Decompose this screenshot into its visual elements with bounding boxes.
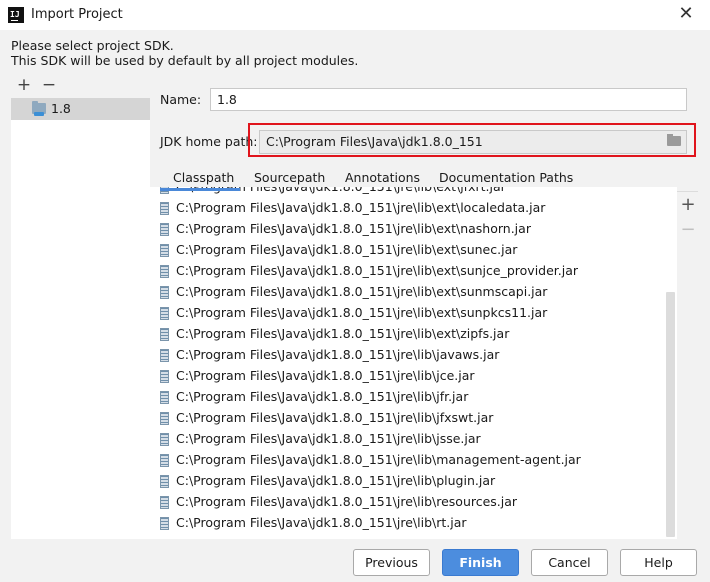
dialog-description: Please select project SDK. This SDK will… [11, 38, 358, 68]
highlight-box [248, 123, 696, 157]
classpath-list-item[interactable]: C:\Program Files\Java\jdk1.8.0_151\jre\l… [150, 429, 660, 450]
classpath-item-path: C:\Program Files\Java\jdk1.8.0_151\jre\l… [176, 452, 581, 467]
classpath-list-item[interactable]: C:\Program Files\Java\jdk1.8.0_151\jre\l… [150, 345, 660, 366]
classpath-item-path: C:\Program Files\Java\jdk1.8.0_151\jre\l… [176, 284, 548, 299]
sdk-list-toolbar: + − [11, 74, 150, 98]
close-icon[interactable]: ✕ [676, 4, 696, 24]
jar-file-icon [160, 517, 169, 530]
classpath-list-item[interactable]: C:\Program Files\Java\jdk1.8.0_151\jre\l… [150, 324, 660, 345]
jar-file-icon [160, 307, 169, 320]
jar-file-icon [160, 328, 169, 341]
classpath-item-path: C:\Program Files\Java\jdk1.8.0_151\jre\l… [176, 326, 510, 341]
classpath-item-path: C:\Program Files\Java\jdk1.8.0_151\jre\l… [176, 410, 494, 425]
window-title: Import Project [31, 7, 123, 22]
sdk-list-panel: + − 1.8 [11, 74, 150, 539]
classpath-list-item[interactable]: C:\Program Files\Java\jdk1.8.0_151\jre\l… [150, 303, 660, 324]
classpath-item-path: C:\Program Files\Java\jdk1.8.0_151\jre\l… [176, 494, 518, 509]
classpath-list-item[interactable]: C:\Program Files\Java\jdk1.8.0_151\jre\l… [150, 282, 660, 303]
jdk-home-path-label: JDK home path: [160, 134, 258, 149]
jar-file-icon [160, 454, 169, 467]
classpath-item-path: C:\Program Files\Java\jdk1.8.0_151\jre\l… [176, 305, 548, 320]
classpath-item-path: C:\Program Files\Java\jdk1.8.0_151\jre\l… [176, 200, 546, 215]
jar-file-icon [160, 244, 169, 257]
sdk-list-item[interactable]: 1.8 [11, 98, 150, 120]
tab-documentation-paths[interactable]: Documentation Paths [439, 170, 573, 185]
classpath-list-item[interactable]: C:\Program Files\Java\jdk1.8.0_151\jre\l… [150, 471, 660, 492]
remove-path-minus-icon[interactable]: − [680, 221, 696, 239]
jar-file-icon [160, 286, 169, 299]
classpath-list-item[interactable]: C:\Program Files\Java\jdk1.8.0_151\jre\l… [150, 408, 660, 429]
classpath-item-path: C:\Program Files\Java\jdk1.8.0_151\jre\l… [176, 263, 579, 278]
jar-file-icon [160, 496, 169, 509]
classpath-list-item[interactable]: C:\Program Files\Java\jdk1.8.0_151\jre\l… [150, 366, 660, 387]
cancel-button[interactable]: Cancel [531, 549, 608, 576]
tab-classpath[interactable]: Classpath [173, 170, 234, 185]
name-field[interactable] [210, 88, 687, 111]
list-scrollbar[interactable] [666, 292, 675, 537]
jar-file-icon [160, 475, 169, 488]
classpath-list-item[interactable]: C:\Program Files\Java\jdk1.8.0_151\jre\l… [150, 240, 660, 261]
classpath-list-item[interactable]: C:\Program Files\Java\jdk1.8.0_151\jre\l… [150, 387, 660, 408]
classpath-list-item[interactable]: C:\Program Files\Java\jdk1.8.0_151\jre\l… [150, 261, 660, 282]
add-path-plus-icon[interactable]: + [680, 196, 696, 214]
jar-file-icon [160, 265, 169, 278]
finish-button[interactable]: Finish [442, 549, 519, 576]
remove-sdk-minus-icon[interactable]: − [41, 75, 57, 95]
classpath-list-item[interactable]: C:\Program Files\Java\jdk1.8.0_151\jre\l… [150, 450, 660, 471]
classpath-list-item[interactable]: C:\Program Files\Java\jdk1.8.0_151\jre\l… [150, 513, 660, 534]
active-tab-indicator [160, 188, 240, 191]
description-line-2: This SDK will be used by default by all … [11, 53, 359, 68]
title-bar: IJ Import Project ✕ [0, 0, 710, 30]
classpath-list[interactable]: C:\Program Files\Java\jdk1.8.0_151\jre\l… [150, 187, 677, 539]
jar-file-icon [160, 391, 169, 404]
jar-file-icon [160, 433, 169, 446]
intellij-app-icon: IJ [8, 7, 24, 23]
add-sdk-plus-icon[interactable]: + [16, 75, 32, 95]
jar-file-icon [160, 202, 169, 215]
tab-annotations[interactable]: Annotations [345, 170, 420, 185]
jar-file-icon [160, 223, 169, 236]
classpath-list-item[interactable]: C:\Program Files\Java\jdk1.8.0_151\jre\l… [150, 492, 660, 513]
tab-sourcepath[interactable]: Sourcepath [254, 170, 325, 185]
jar-file-icon [160, 349, 169, 362]
classpath-item-path: C:\Program Files\Java\jdk1.8.0_151\jre\l… [176, 515, 467, 530]
name-label: Name: [160, 92, 202, 107]
folder-icon [32, 101, 46, 116]
sdk-list-item-label: 1.8 [51, 101, 71, 116]
help-button[interactable]: Help [620, 549, 697, 576]
classpath-list-item[interactable]: C:\Program Files\Java\jdk1.8.0_151\jre\l… [150, 198, 660, 219]
classpath-list-item[interactable]: C:\Program Files\Java\jdk1.8.0_151\jre\l… [150, 219, 660, 240]
classpath-item-path: C:\Program Files\Java\jdk1.8.0_151\jre\l… [176, 389, 469, 404]
classpath-item-path: C:\Program Files\Java\jdk1.8.0_151\jre\l… [176, 221, 531, 236]
description-line-1: Please select project SDK. [11, 38, 174, 53]
classpath-item-path: C:\Program Files\Java\jdk1.8.0_151\jre\l… [176, 242, 518, 257]
classpath-item-path: C:\Program Files\Java\jdk1.8.0_151\jre\l… [176, 431, 481, 446]
classpath-item-path: C:\Program Files\Java\jdk1.8.0_151\jre\l… [176, 368, 475, 383]
previous-button[interactable]: Previous [353, 549, 430, 576]
jar-file-icon [160, 412, 169, 425]
classpath-item-path: C:\Program Files\Java\jdk1.8.0_151\jre\l… [176, 347, 500, 362]
jar-file-icon [160, 370, 169, 383]
classpath-item-path: C:\Program Files\Java\jdk1.8.0_151\jre\l… [176, 473, 496, 488]
